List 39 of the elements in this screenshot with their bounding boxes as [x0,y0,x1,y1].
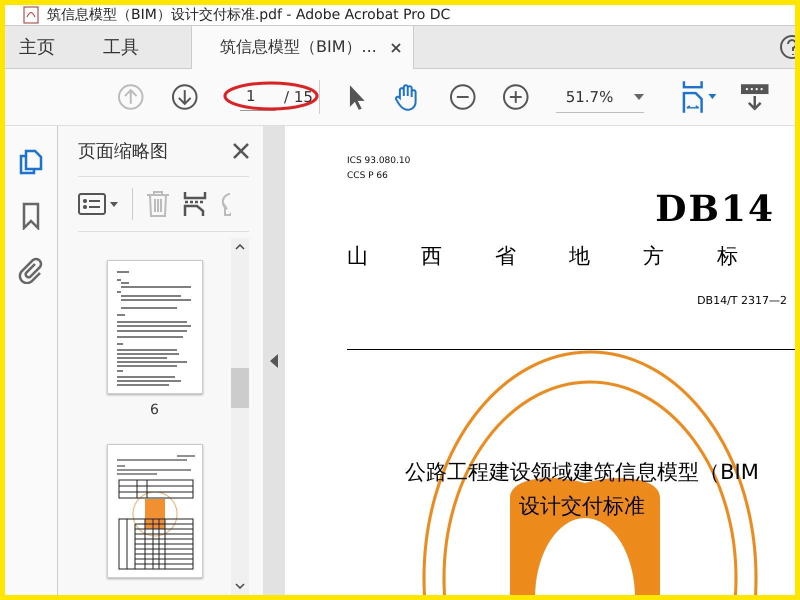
next-page-icon[interactable] [170,83,198,111]
ccs-code: CCS P 66 [347,170,389,183]
collapse-panel-icon[interactable] [270,354,278,368]
zoom-dropdown[interactable]: 51.7% [556,82,644,112]
help-icon[interactable] [779,34,795,60]
page-label: 6 [150,402,159,418]
page-thumbnail[interactable] [106,260,202,394]
standard-code: DB14 [655,188,775,230]
authority-character: 地 [569,243,590,270]
document-title: 设计交付标准 [519,493,645,520]
paperclip-icon[interactable] [17,256,45,284]
zoom-out-icon[interactable] [448,83,476,111]
page-total: / 15 [284,88,313,106]
page-number-field[interactable]: 1 [240,84,276,110]
options-menu-icon[interactable] [78,192,120,216]
authority-character: 省 [495,243,516,270]
scroll-up-icon[interactable] [235,244,245,250]
authority-character: 山 [347,243,368,270]
pages-icon[interactable] [18,148,44,176]
scroll-down-icon[interactable] [235,583,245,589]
scroll-mode-icon[interactable] [740,82,770,112]
close-icon[interactable] [233,143,249,159]
zoom-in-icon[interactable] [502,83,530,111]
tab[interactable]: 筑信息模型（BIM）... [191,26,414,69]
close-tab-icon[interactable] [390,42,401,52]
panel-title: 页面缩略图 [78,140,168,163]
scrollbar-thumb[interactable] [231,368,249,408]
page-thumbnail[interactable] [106,444,202,578]
window-title: 筑信息模型（BIM）设计交付标准.pdf - Adobe Acrobat Pro DC [47,6,450,24]
caret-icon [634,94,644,100]
tab[interactable]: 工具 [91,26,151,68]
authority-character: 标 [717,243,738,270]
tab[interactable]: 主页 [5,26,67,68]
standard-number: DB14/T 2317—2 [697,294,787,307]
insert-page-icon[interactable] [183,190,207,218]
bookmark-icon[interactable] [21,202,41,230]
authority-character: 西 [421,243,442,270]
authority-character: 方 [643,243,664,270]
ics-code: ICS 93.080.10 [347,155,412,168]
